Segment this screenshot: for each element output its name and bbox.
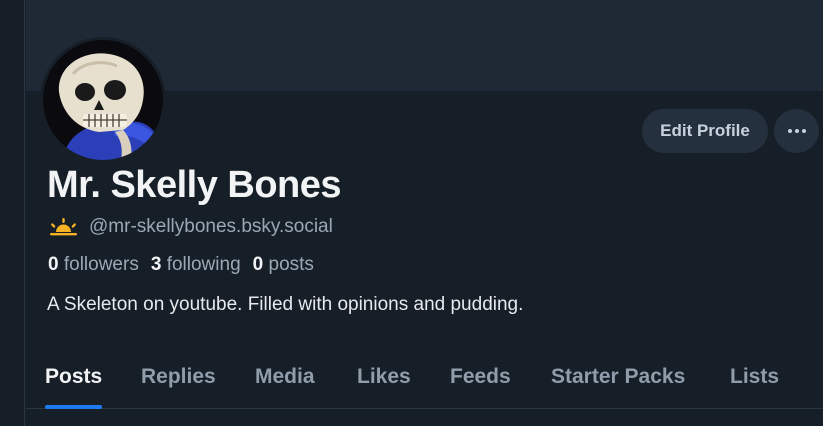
following-count: 3 [150,254,162,275]
posts-stat: 0 posts [253,254,314,276]
tab-label: Feeds [450,365,511,388]
active-tab-indicator [45,405,103,409]
tab-feeds[interactable]: Feeds [450,346,511,408]
tab-label: Posts [45,365,103,388]
posts-count: 0 [252,254,264,275]
profile-tabs: Posts Replies Media Likes Feeds Starter … [26,346,823,409]
tab-posts[interactable]: Posts [45,346,103,409]
avatar[interactable] [43,40,163,160]
followers-stat[interactable]: 0 followers [48,254,139,276]
tab-lists[interactable]: Lists [730,346,779,408]
tab-media[interactable]: Media [255,346,315,408]
handle-row: @mr-skellybones.bsky.social [48,216,333,238]
display-name: Mr. Skelly Bones [47,164,342,206]
following-label: following [166,254,241,275]
sunrise-icon [50,218,77,236]
left-rail [0,0,25,426]
tab-likes[interactable]: Likes [357,346,411,408]
tab-label: Lists [730,365,780,388]
posts-label: posts [268,254,314,275]
tab-label: Starter Packs [551,365,686,388]
ellipsis-icon [787,129,806,133]
following-stat[interactable]: 3 following [151,254,241,276]
followers-label: followers [63,254,139,275]
followers-count: 0 [48,254,59,275]
tab-replies[interactable]: Replies [141,346,216,408]
profile-page: Edit Profile Mr. Skelly Bones @mr-skelly… [26,0,823,426]
edit-profile-button[interactable]: Edit Profile [642,109,768,153]
profile-stats: 0 followers 3 following 0 posts [48,254,314,276]
avatar-frame[interactable] [40,37,166,163]
profile-bio: A Skeleton on youtube. Filled with opini… [47,294,524,315]
more-options-button[interactable] [774,109,819,153]
tab-label: Media [255,365,315,388]
profile-handle[interactable]: @mr-skellybones.bsky.social [89,216,333,238]
tab-label: Likes [357,365,411,388]
tab-label: Replies [141,365,216,388]
tab-starter-packs[interactable]: Starter Packs [551,346,685,408]
